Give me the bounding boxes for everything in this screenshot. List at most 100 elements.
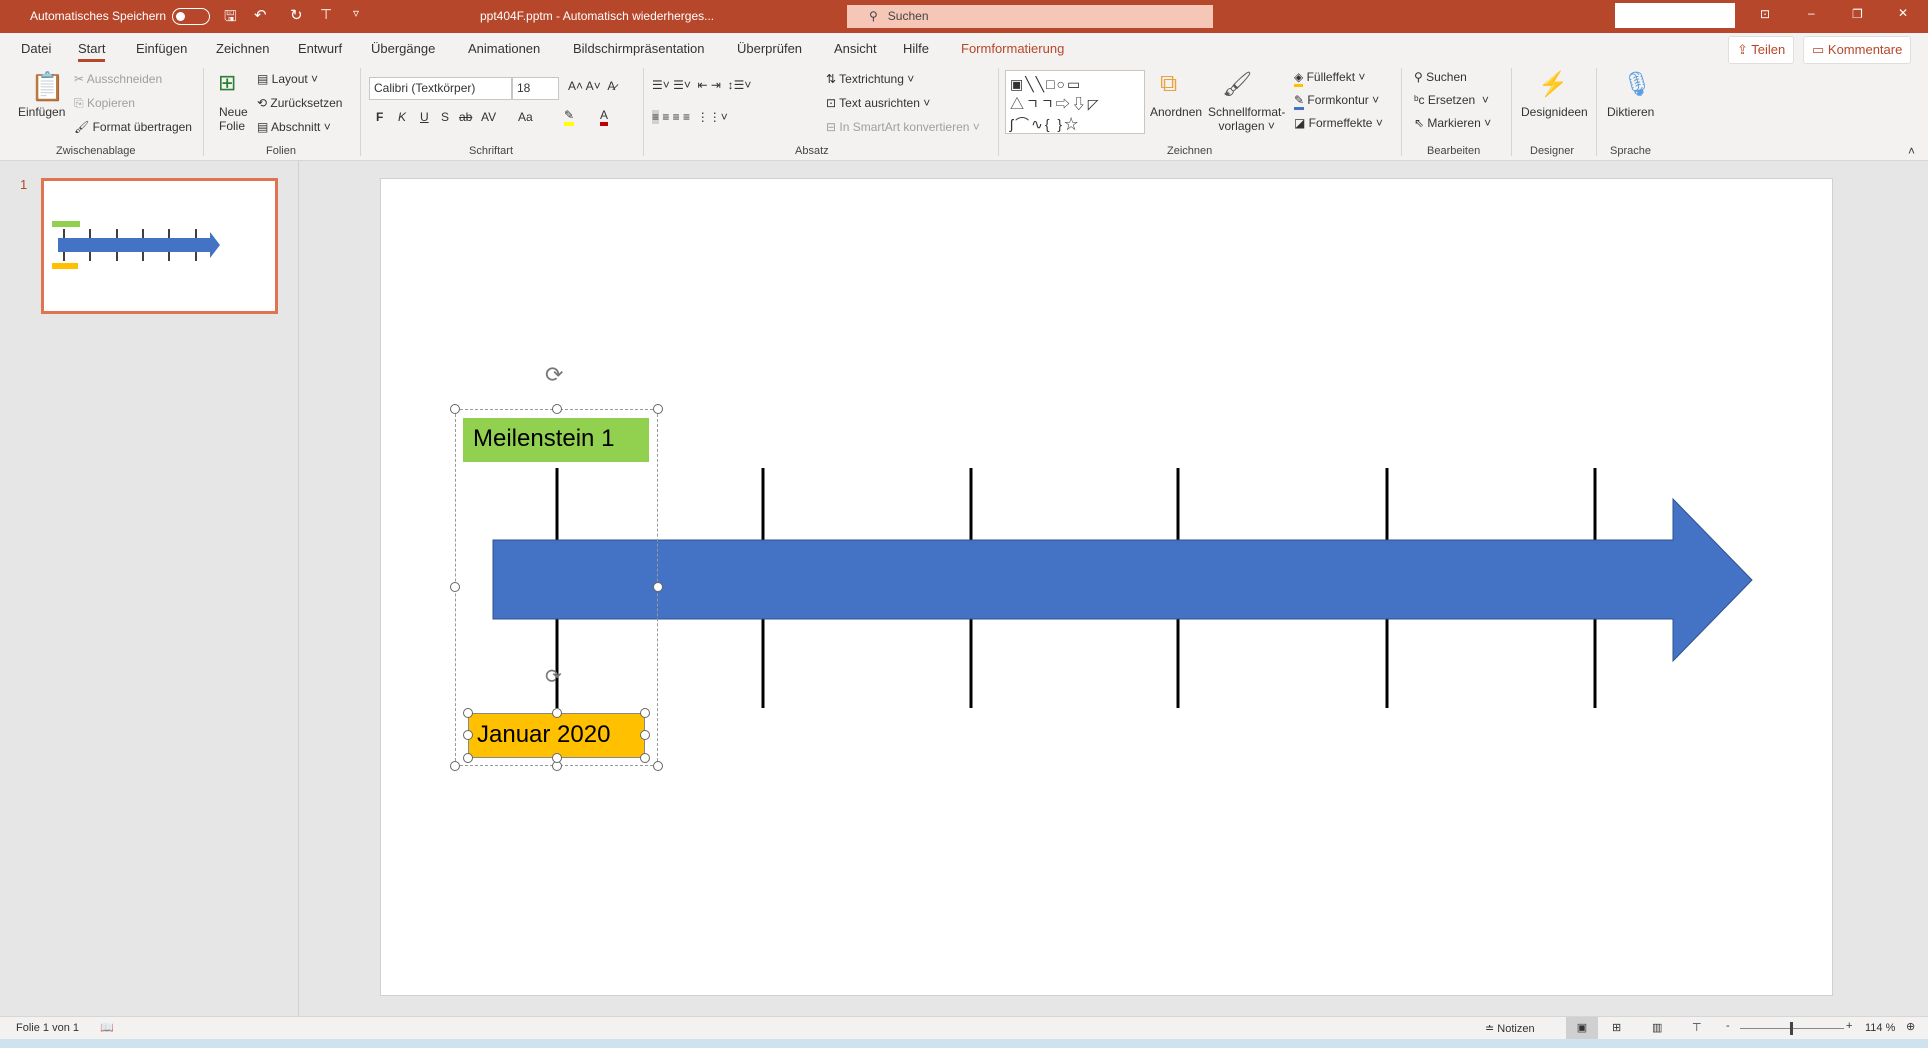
outline-button[interactable]: ✎ Formkontur ˅ [1294, 93, 1379, 110]
new-slide-button[interactable]: Neue Folie [219, 105, 248, 133]
resize-handle[interactable] [653, 404, 663, 414]
resize-handle[interactable] [552, 753, 562, 763]
zoom-in-button[interactable]: + [1846, 1020, 1852, 1032]
zoom-out-button[interactable]: - [1726, 1020, 1730, 1032]
slide-canvas[interactable]: Meilenstein 1 Januar 2020 ⟳ ⟳ [380, 178, 1833, 996]
tab-start[interactable]: Start [78, 41, 106, 62]
resize-handle[interactable] [463, 708, 473, 718]
copy-label: Kopieren [86, 96, 135, 110]
italic-button[interactable]: K [398, 110, 406, 124]
tab-entwurf[interactable]: Entwurf [298, 41, 342, 56]
accessibility-icon[interactable]: 📖 [100, 1021, 114, 1034]
font-size-select[interactable]: 18 [512, 77, 559, 100]
effects-button[interactable]: ◪ Formeffekte ˅ [1294, 116, 1383, 130]
tab-bildschirmpraesentation[interactable]: Bildschirmpräsentation [573, 41, 705, 56]
resize-handle[interactable] [640, 708, 650, 718]
resize-handle[interactable] [552, 404, 562, 414]
dictate-button[interactable]: Diktieren [1607, 105, 1654, 119]
shapes-gallery[interactable]: ▣╲╲□○▭ △ㄱㄱ⇨⇩◸ ʃ⌒∿{ }☆ [1005, 70, 1145, 134]
taskbar-strip [0, 1039, 1928, 1048]
normal-view-icon[interactable]: ▣ [1566, 1017, 1598, 1039]
text-direction-button[interactable]: ⇅ Textrichtung ˅ [826, 72, 914, 86]
fit-to-window-icon[interactable]: ⊕ [1906, 1020, 1915, 1033]
smartart-button[interactable]: ⊟ In SmartArt konvertieren ˅ [826, 120, 980, 134]
copy-button[interactable]: ⎘ Kopieren [74, 96, 135, 111]
arrange-button[interactable]: Anordnen [1150, 105, 1202, 119]
resize-handle[interactable] [450, 761, 460, 771]
slideshow-icon[interactable]: ⊤ [1692, 1021, 1702, 1034]
timeline-arrow [492, 497, 1753, 663]
customize-icon[interactable]: ▿ [353, 6, 359, 20]
tab-uebergaenge[interactable]: Übergänge [371, 41, 435, 56]
layout-label: Layout [271, 72, 308, 86]
format-painter-button[interactable]: 🖌 Format übertragen [74, 120, 192, 134]
rotate-handle-icon[interactable]: ⟳ [545, 664, 562, 689]
fill-button[interactable]: ◈ Fülleffekt ˅ [1294, 70, 1365, 87]
font-color-icon[interactable]: A [600, 108, 609, 126]
strikethrough-button[interactable]: ab [459, 110, 472, 124]
find-button[interactable]: ⚲ Suchen [1414, 70, 1467, 84]
shadow-button[interactable]: S [441, 110, 449, 124]
redo-icon[interactable]: ↻ [290, 6, 303, 24]
slide-sorter-icon[interactable]: ⊞ [1612, 1021, 1621, 1034]
zoom-slider-thumb[interactable] [1790, 1022, 1793, 1035]
minimize-icon[interactable]: – [1808, 6, 1815, 20]
font-name-select[interactable]: Calibri (Textkörper) [369, 77, 512, 100]
tab-ansicht[interactable]: Ansicht [834, 41, 877, 56]
resize-handle[interactable] [463, 753, 473, 763]
comments-button[interactable]: ▭ Kommentare [1803, 36, 1912, 64]
account-area[interactable] [1615, 3, 1735, 28]
paste-button[interactable]: Einfügen [18, 105, 65, 119]
tab-hilfe[interactable]: Hilfe [903, 41, 929, 56]
tab-animationen[interactable]: Animationen [468, 41, 540, 56]
case-button[interactable]: Aa [518, 110, 533, 124]
resize-handle[interactable] [450, 404, 460, 414]
notes-button[interactable]: ≐ Notizen [1485, 1022, 1535, 1035]
list-buttons[interactable]: ☰˅ ☰˅ ⇤ ⇥ ↕☰˅ [652, 78, 751, 92]
highlight-icon[interactable]: ✎ [564, 108, 575, 126]
align-text-button[interactable]: ⊡ Text ausrichten ˅ [826, 96, 930, 110]
search-box[interactable]: ⚲ Suchen [847, 5, 1213, 28]
spacing-button[interactable]: AV [481, 110, 496, 124]
tab-zeichnen[interactable]: Zeichnen [216, 41, 269, 56]
reading-view-icon[interactable]: ▥ [1652, 1021, 1662, 1034]
restore-icon[interactable]: ❐ [1852, 7, 1863, 21]
section-label: Abschnitt [271, 120, 321, 134]
present-icon[interactable]: ⊤ [320, 6, 332, 23]
zoom-slider[interactable] [1740, 1022, 1844, 1035]
ribbon-display-icon[interactable]: ⊡ [1760, 7, 1770, 21]
reset-button[interactable]: ⟲ Zurücksetzen [257, 96, 342, 110]
tab-einfuegen[interactable]: Einfügen [136, 41, 187, 56]
new-slide-icon: ⊞ [218, 70, 237, 95]
save-icon[interactable]: 🖫 [224, 6, 237, 31]
replace-button[interactable]: ᵇc Ersetzen ˅ [1414, 93, 1489, 107]
rotate-handle-icon[interactable]: ⟳ [545, 362, 563, 388]
resize-handle[interactable] [640, 730, 650, 740]
design-ideas-button[interactable]: Designideen [1521, 105, 1588, 119]
section-button[interactable]: ▤ Abschnitt ˅ [257, 120, 331, 134]
bold-button[interactable]: F [376, 110, 383, 124]
zoom-level[interactable]: 114 % [1865, 1022, 1895, 1034]
select-button[interactable]: ⇖ Markieren ˅ [1414, 116, 1491, 130]
font-grow-shrink-buttons[interactable]: A˄ A˅ A̷ [568, 79, 615, 93]
underline-button[interactable]: U [420, 110, 429, 124]
close-icon[interactable]: ✕ [1898, 6, 1908, 20]
share-button[interactable]: ⇪ Teilen [1728, 36, 1795, 64]
resize-handle[interactable] [640, 753, 650, 763]
tab-formformatierung[interactable]: Formformatierung [961, 41, 1064, 56]
autosave-toggle[interactable] [172, 8, 210, 25]
resize-handle[interactable] [552, 708, 562, 718]
resize-handle[interactable] [653, 761, 663, 771]
quick-styles-button[interactable]: Schnellformat-vorlagen ˅ [1208, 105, 1285, 133]
resize-handle[interactable] [653, 582, 663, 592]
slide-thumbnail-1[interactable] [41, 178, 278, 314]
resize-handle[interactable] [450, 582, 460, 592]
undo-icon[interactable]: ↶ [254, 6, 267, 24]
collapse-ribbon-icon[interactable]: ˄ [1908, 144, 1915, 158]
align-buttons[interactable]: ≡ ≡ ≡ ≡ ⋮⋮˅ [652, 110, 728, 124]
tab-datei[interactable]: Datei [21, 41, 51, 56]
resize-handle[interactable] [463, 730, 473, 740]
layout-button[interactable]: ▤ Layout ˅ [257, 72, 318, 86]
cut-button[interactable]: ✂ Ausschneiden [74, 72, 162, 86]
tab-ueberpruefen[interactable]: Überprüfen [737, 41, 802, 56]
